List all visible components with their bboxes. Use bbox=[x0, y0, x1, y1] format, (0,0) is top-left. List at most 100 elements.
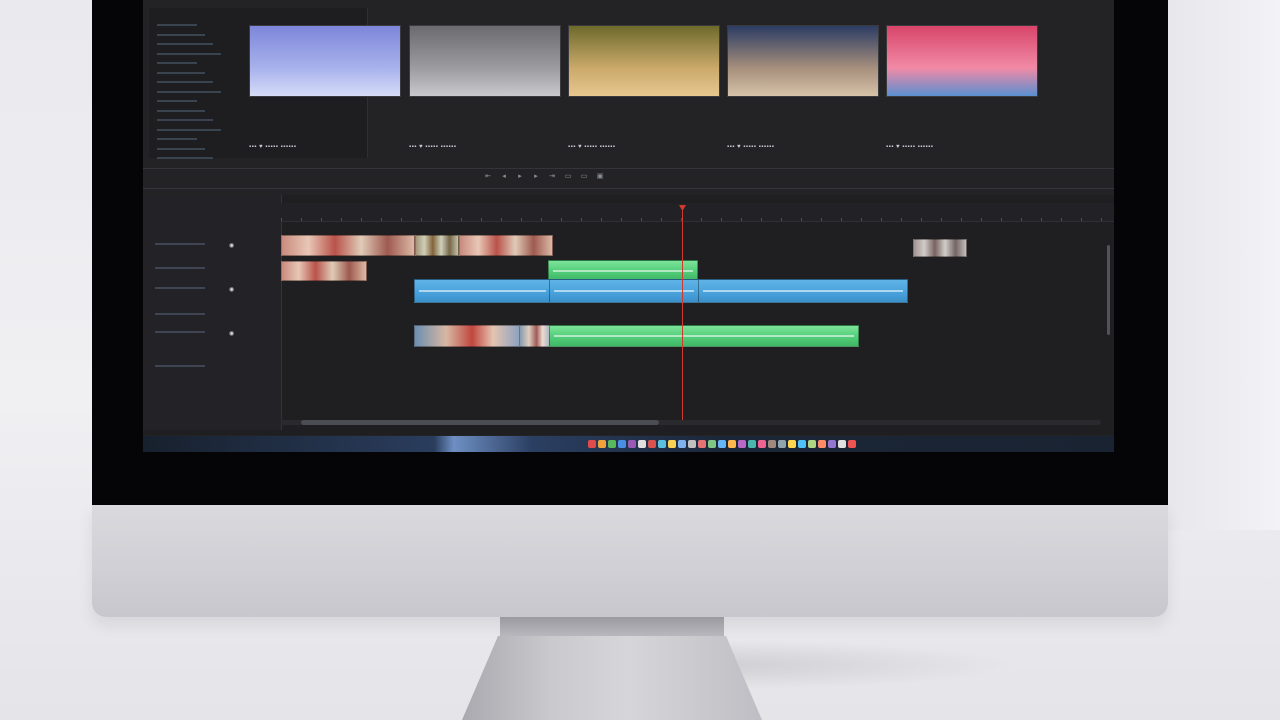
dock-app-icon[interactable] bbox=[758, 440, 766, 448]
sidebar-item[interactable] bbox=[157, 140, 205, 150]
dock-app-icon[interactable] bbox=[808, 440, 816, 448]
video-clip[interactable] bbox=[415, 235, 459, 256]
dock-app-icon[interactable] bbox=[608, 440, 616, 448]
track-visibility-icon[interactable]: ◉ bbox=[229, 331, 237, 337]
media-tile[interactable]: ▪▪▪ ♥ ▪▪▪▪▪ ▪▪▪▪▪▪ bbox=[403, 8, 561, 168]
audio-clip[interactable] bbox=[698, 279, 908, 303]
track-visibility-icon[interactable] bbox=[229, 267, 237, 273]
sidebar-item[interactable] bbox=[157, 64, 205, 74]
video-clip[interactable] bbox=[459, 235, 553, 256]
track-label bbox=[155, 331, 205, 333]
clip-thumbnail[interactable] bbox=[249, 25, 401, 97]
timeline-scrollbar[interactable] bbox=[301, 420, 659, 425]
dock-app-icon[interactable] bbox=[678, 440, 686, 448]
overwrite-icon[interactable]: ▭ bbox=[579, 173, 589, 181]
panel-divider bbox=[143, 168, 1114, 169]
clip-thumbnail[interactable] bbox=[568, 25, 720, 97]
sidebar-item[interactable] bbox=[157, 26, 205, 36]
audio-clip[interactable] bbox=[414, 279, 551, 303]
sidebar-item[interactable] bbox=[157, 121, 221, 131]
media-tile[interactable]: ▪▪▪ ♥ ▪▪▪▪▪ ▪▪▪▪▪▪ bbox=[562, 8, 720, 168]
video-clip[interactable] bbox=[913, 239, 967, 257]
sidebar-item[interactable] bbox=[157, 35, 213, 45]
tile-meta bbox=[729, 118, 869, 124]
step-back-icon[interactable]: ◂ bbox=[499, 173, 509, 181]
sidebar-item[interactable] bbox=[157, 83, 221, 93]
sidebar-item[interactable] bbox=[157, 45, 221, 55]
track-headers: ◉ ◉ ◉ bbox=[143, 195, 282, 430]
clip-thumbnail[interactable] bbox=[727, 25, 879, 97]
video-clip[interactable] bbox=[414, 325, 520, 347]
video-clip[interactable] bbox=[519, 325, 551, 347]
playhead[interactable] bbox=[682, 205, 683, 423]
track-visibility-icon[interactable] bbox=[229, 313, 237, 319]
go-to-in-icon[interactable]: ⇤ bbox=[483, 173, 493, 181]
dock-app-icon[interactable] bbox=[848, 440, 856, 448]
track-visibility-icon[interactable]: ◉ bbox=[229, 243, 237, 249]
tile-meta bbox=[888, 118, 1028, 124]
dock-icons bbox=[588, 440, 856, 450]
dock-app-icon[interactable] bbox=[688, 440, 696, 448]
audio-waveform bbox=[703, 289, 903, 292]
dock-app-icon[interactable] bbox=[738, 440, 746, 448]
audio-clip[interactable] bbox=[549, 325, 859, 347]
track-area bbox=[281, 221, 1114, 401]
video-clip[interactable] bbox=[281, 261, 367, 281]
media-tile[interactable]: ▪▪▪ ♥ ▪▪▪▪▪ ▪▪▪▪▪▪ bbox=[880, 8, 1038, 168]
media-grid: ▪▪▪ ♥ ▪▪▪▪▪ ▪▪▪▪▪▪ ▪▪▪ ♥ ▪▪▪▪▪ ▪▪▪▪▪▪ ▪▪… bbox=[243, 8, 1113, 168]
dock-app-icon[interactable] bbox=[708, 440, 716, 448]
sidebar-item[interactable] bbox=[157, 16, 197, 26]
dock-app-icon[interactable] bbox=[728, 440, 736, 448]
track-label bbox=[155, 267, 205, 269]
tile-info-bar: ▪▪▪ ♥ ▪▪▪▪▪ ▪▪▪▪▪▪ bbox=[886, 144, 934, 150]
track-label bbox=[155, 365, 205, 367]
dock-app-icon[interactable] bbox=[788, 440, 796, 448]
panel-divider bbox=[143, 188, 1114, 189]
dock-app-icon[interactable] bbox=[818, 440, 826, 448]
track-visibility-icon[interactable]: ◉ bbox=[229, 287, 237, 293]
play-icon[interactable]: ▸ bbox=[515, 173, 525, 181]
sidebar-item[interactable] bbox=[157, 92, 197, 102]
sidebar-item[interactable] bbox=[157, 149, 213, 159]
media-tile[interactable]: ▪▪▪ ♥ ▪▪▪▪▪ ▪▪▪▪▪▪ bbox=[721, 8, 879, 168]
dock-app-icon[interactable] bbox=[658, 440, 666, 448]
sidebar-item[interactable] bbox=[157, 73, 213, 83]
sidebar-item[interactable] bbox=[157, 102, 205, 112]
sidebar-item[interactable] bbox=[157, 130, 197, 140]
sidebar-item[interactable] bbox=[157, 54, 197, 64]
clip-thumbnail[interactable] bbox=[886, 25, 1038, 97]
dock-app-icon[interactable] bbox=[778, 440, 786, 448]
dock-app-icon[interactable] bbox=[838, 440, 846, 448]
audio-clip[interactable] bbox=[548, 260, 698, 281]
dock-app-icon[interactable] bbox=[648, 440, 656, 448]
dock-app-icon[interactable] bbox=[698, 440, 706, 448]
timeline-vertical-scrollbar[interactable] bbox=[1107, 245, 1110, 335]
media-tile[interactable]: ▪▪▪ ♥ ▪▪▪▪▪ ▪▪▪▪▪▪ bbox=[243, 8, 401, 168]
dock-app-icon[interactable] bbox=[588, 440, 596, 448]
sidebar-item[interactable] bbox=[157, 111, 213, 121]
dock-app-icon[interactable] bbox=[638, 440, 646, 448]
tile-info-bar: ▪▪▪ ♥ ▪▪▪▪▪ ▪▪▪▪▪▪ bbox=[249, 144, 297, 150]
background-wall bbox=[1168, 0, 1280, 530]
dock-app-icon[interactable] bbox=[798, 440, 806, 448]
track-visibility-icon[interactable] bbox=[229, 365, 237, 371]
dock-app-icon[interactable] bbox=[748, 440, 756, 448]
tile-info-bar: ▪▪▪ ♥ ▪▪▪▪▪ ▪▪▪▪▪▪ bbox=[409, 144, 457, 150]
time-ruler[interactable] bbox=[281, 203, 1114, 222]
dock-app-icon[interactable] bbox=[768, 440, 776, 448]
dock-app-icon[interactable] bbox=[628, 440, 636, 448]
export-frame-icon[interactable]: ▣ bbox=[595, 173, 605, 181]
imac-stand-neck bbox=[500, 617, 724, 637]
dock-app-icon[interactable] bbox=[668, 440, 676, 448]
step-forward-icon[interactable]: ▸ bbox=[531, 173, 541, 181]
audio-clip[interactable] bbox=[549, 279, 699, 303]
dock-app-icon[interactable] bbox=[718, 440, 726, 448]
tile-meta bbox=[251, 118, 391, 124]
dock-app-icon[interactable] bbox=[598, 440, 606, 448]
go-to-out-icon[interactable]: ⇥ bbox=[547, 173, 557, 181]
clip-thumbnail[interactable] bbox=[409, 25, 561, 97]
dock-app-icon[interactable] bbox=[828, 440, 836, 448]
video-clip[interactable] bbox=[281, 235, 415, 256]
insert-icon[interactable]: ▭ bbox=[563, 173, 573, 181]
dock-app-icon[interactable] bbox=[618, 440, 626, 448]
